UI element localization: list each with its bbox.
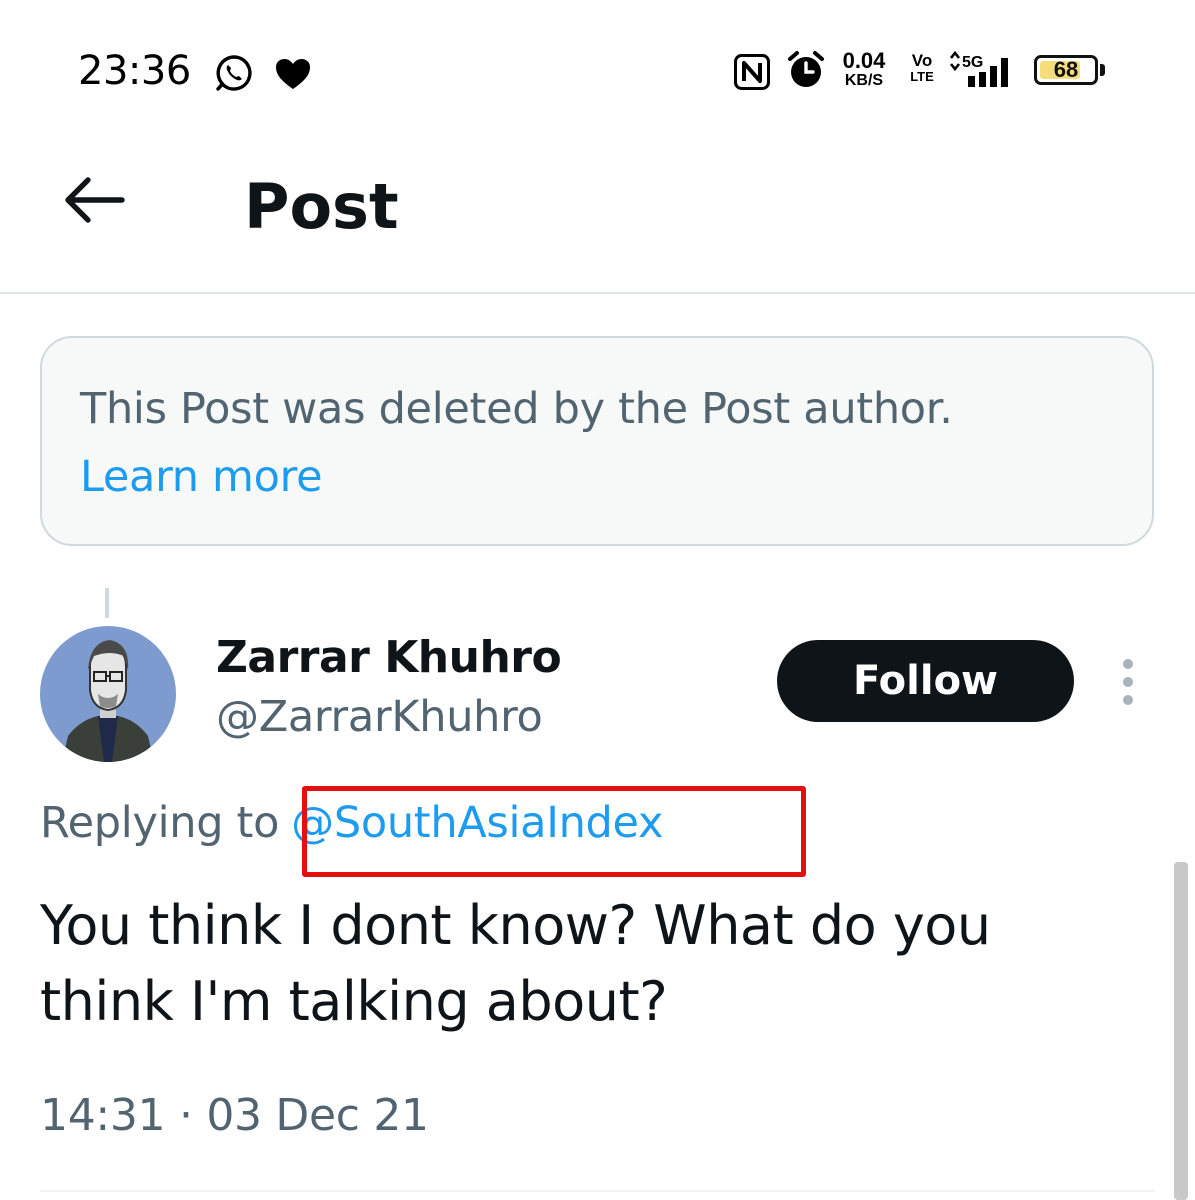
battery-icon: 68	[1034, 55, 1098, 85]
nfc-icon	[734, 54, 770, 90]
volte-bottom: LTE	[910, 69, 934, 84]
thread-connector-line	[105, 588, 109, 618]
signal-icon: 5G	[949, 50, 1008, 87]
network-speed-unit: KB/S	[844, 72, 884, 89]
alarm-icon	[788, 51, 824, 87]
learn-more-link[interactable]: Learn more	[80, 452, 323, 502]
volte-top: Vo	[911, 51, 933, 70]
whatsapp-icon	[216, 55, 252, 91]
network-speed-value: 0.04	[842, 48, 886, 73]
author-name[interactable]: Zarrar Khuhro	[216, 632, 562, 683]
author-handle[interactable]: @ZarrarKhuhro	[216, 692, 543, 742]
highlight-annotation-box	[302, 786, 806, 877]
deleted-notice-text: This Post was deleted by the Post author…	[80, 384, 953, 434]
status-time: 23:36	[78, 48, 191, 94]
follow-button[interactable]: Follow	[777, 640, 1074, 722]
battery-level: 68	[1053, 57, 1079, 82]
scrollbar[interactable]	[1174, 862, 1188, 1200]
page-title: Post	[244, 170, 399, 243]
replying-to-label: Replying to	[40, 798, 280, 848]
post-timestamp[interactable]: 14:31 · 03 Dec 21	[40, 1090, 429, 1141]
network-speed: 0.04 KB/S	[834, 50, 894, 89]
header-divider	[0, 292, 1195, 294]
more-vertical-icon[interactable]	[1110, 654, 1146, 710]
avatar-illustration	[40, 626, 176, 762]
arrow-left-icon[interactable]	[56, 166, 136, 246]
post-divider	[40, 1190, 1155, 1192]
heart-icon	[276, 59, 310, 89]
deleted-post-notice: This Post was deleted by the Post author…	[40, 336, 1154, 546]
volte-indicator: Vo LTE	[906, 52, 938, 83]
battery-cap	[1100, 64, 1105, 76]
post-text: You think I dont know? What do you think…	[40, 894, 991, 1033]
avatar[interactable]	[40, 626, 176, 762]
network-type: 5G	[962, 54, 983, 71]
